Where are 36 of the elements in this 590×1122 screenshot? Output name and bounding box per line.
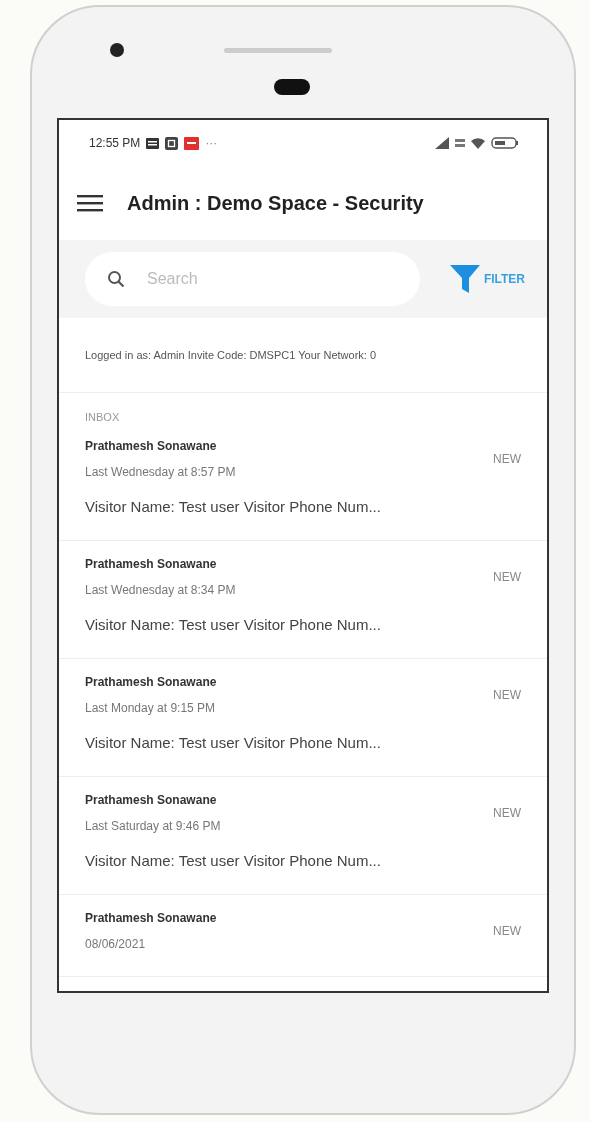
sender-name: Prathamesh Sonawane [85, 910, 218, 927]
new-label: NEW [493, 452, 521, 466]
sender-name: Prathamesh Sonawane [85, 438, 218, 455]
section-label: INBOX [84, 410, 121, 423]
filter-icon [449, 263, 480, 295]
account-info-text: Logged in as: Admin Invite Code: DMSPC1 Your Network: 0 [59, 318, 547, 393]
new-label: NEW [493, 924, 521, 938]
message-icon [146, 137, 160, 149]
signal-icon [435, 137, 449, 149]
sender-name: Prathamesh Sonawane [85, 792, 218, 809]
new-label: NEW [493, 570, 521, 584]
more-notifications-icon: ··· [205, 136, 218, 150]
screen-title: Admin : Demo Space - Security [127, 191, 424, 215]
message-time: Last Wednesday at 8:34 PM [85, 582, 237, 599]
earpiece-icon [274, 79, 310, 95]
menu-icon[interactable] [77, 194, 103, 212]
new-label: NEW [493, 688, 521, 702]
message-time: 08/06/2021 [85, 936, 147, 953]
status-time: 12:55 PM [89, 136, 141, 150]
message-time: Last Saturday at 9:46 PM [85, 818, 222, 835]
message-time: Last Wednesday at 8:57 PM [85, 464, 237, 481]
search-field[interactable]: Search [85, 252, 420, 306]
battery-icon [491, 137, 519, 149]
app-icon [165, 136, 179, 150]
new-label: NEW [493, 806, 521, 820]
camera-icon [110, 43, 124, 57]
message-preview: Visitor Name: Test user Visitor Phone Num... [85, 497, 382, 517]
message-preview: Visitor Name: Test user Visitor Phone Num... [85, 615, 382, 635]
app-icon [184, 136, 200, 150]
message-preview: Visitor Name: Test user Visitor Phone Num... [85, 733, 382, 753]
sender-name: Prathamesh Sonawane [85, 556, 218, 573]
sender-name: Prathamesh Sonawane [85, 674, 218, 691]
filter-button[interactable]: FILTER [449, 263, 525, 295]
message-time: Last Monday at 9:15 PM [85, 700, 217, 717]
wifi-icon [471, 137, 485, 149]
message-preview: Visitor Name: Test user Visitor Phone Num... [85, 851, 382, 871]
